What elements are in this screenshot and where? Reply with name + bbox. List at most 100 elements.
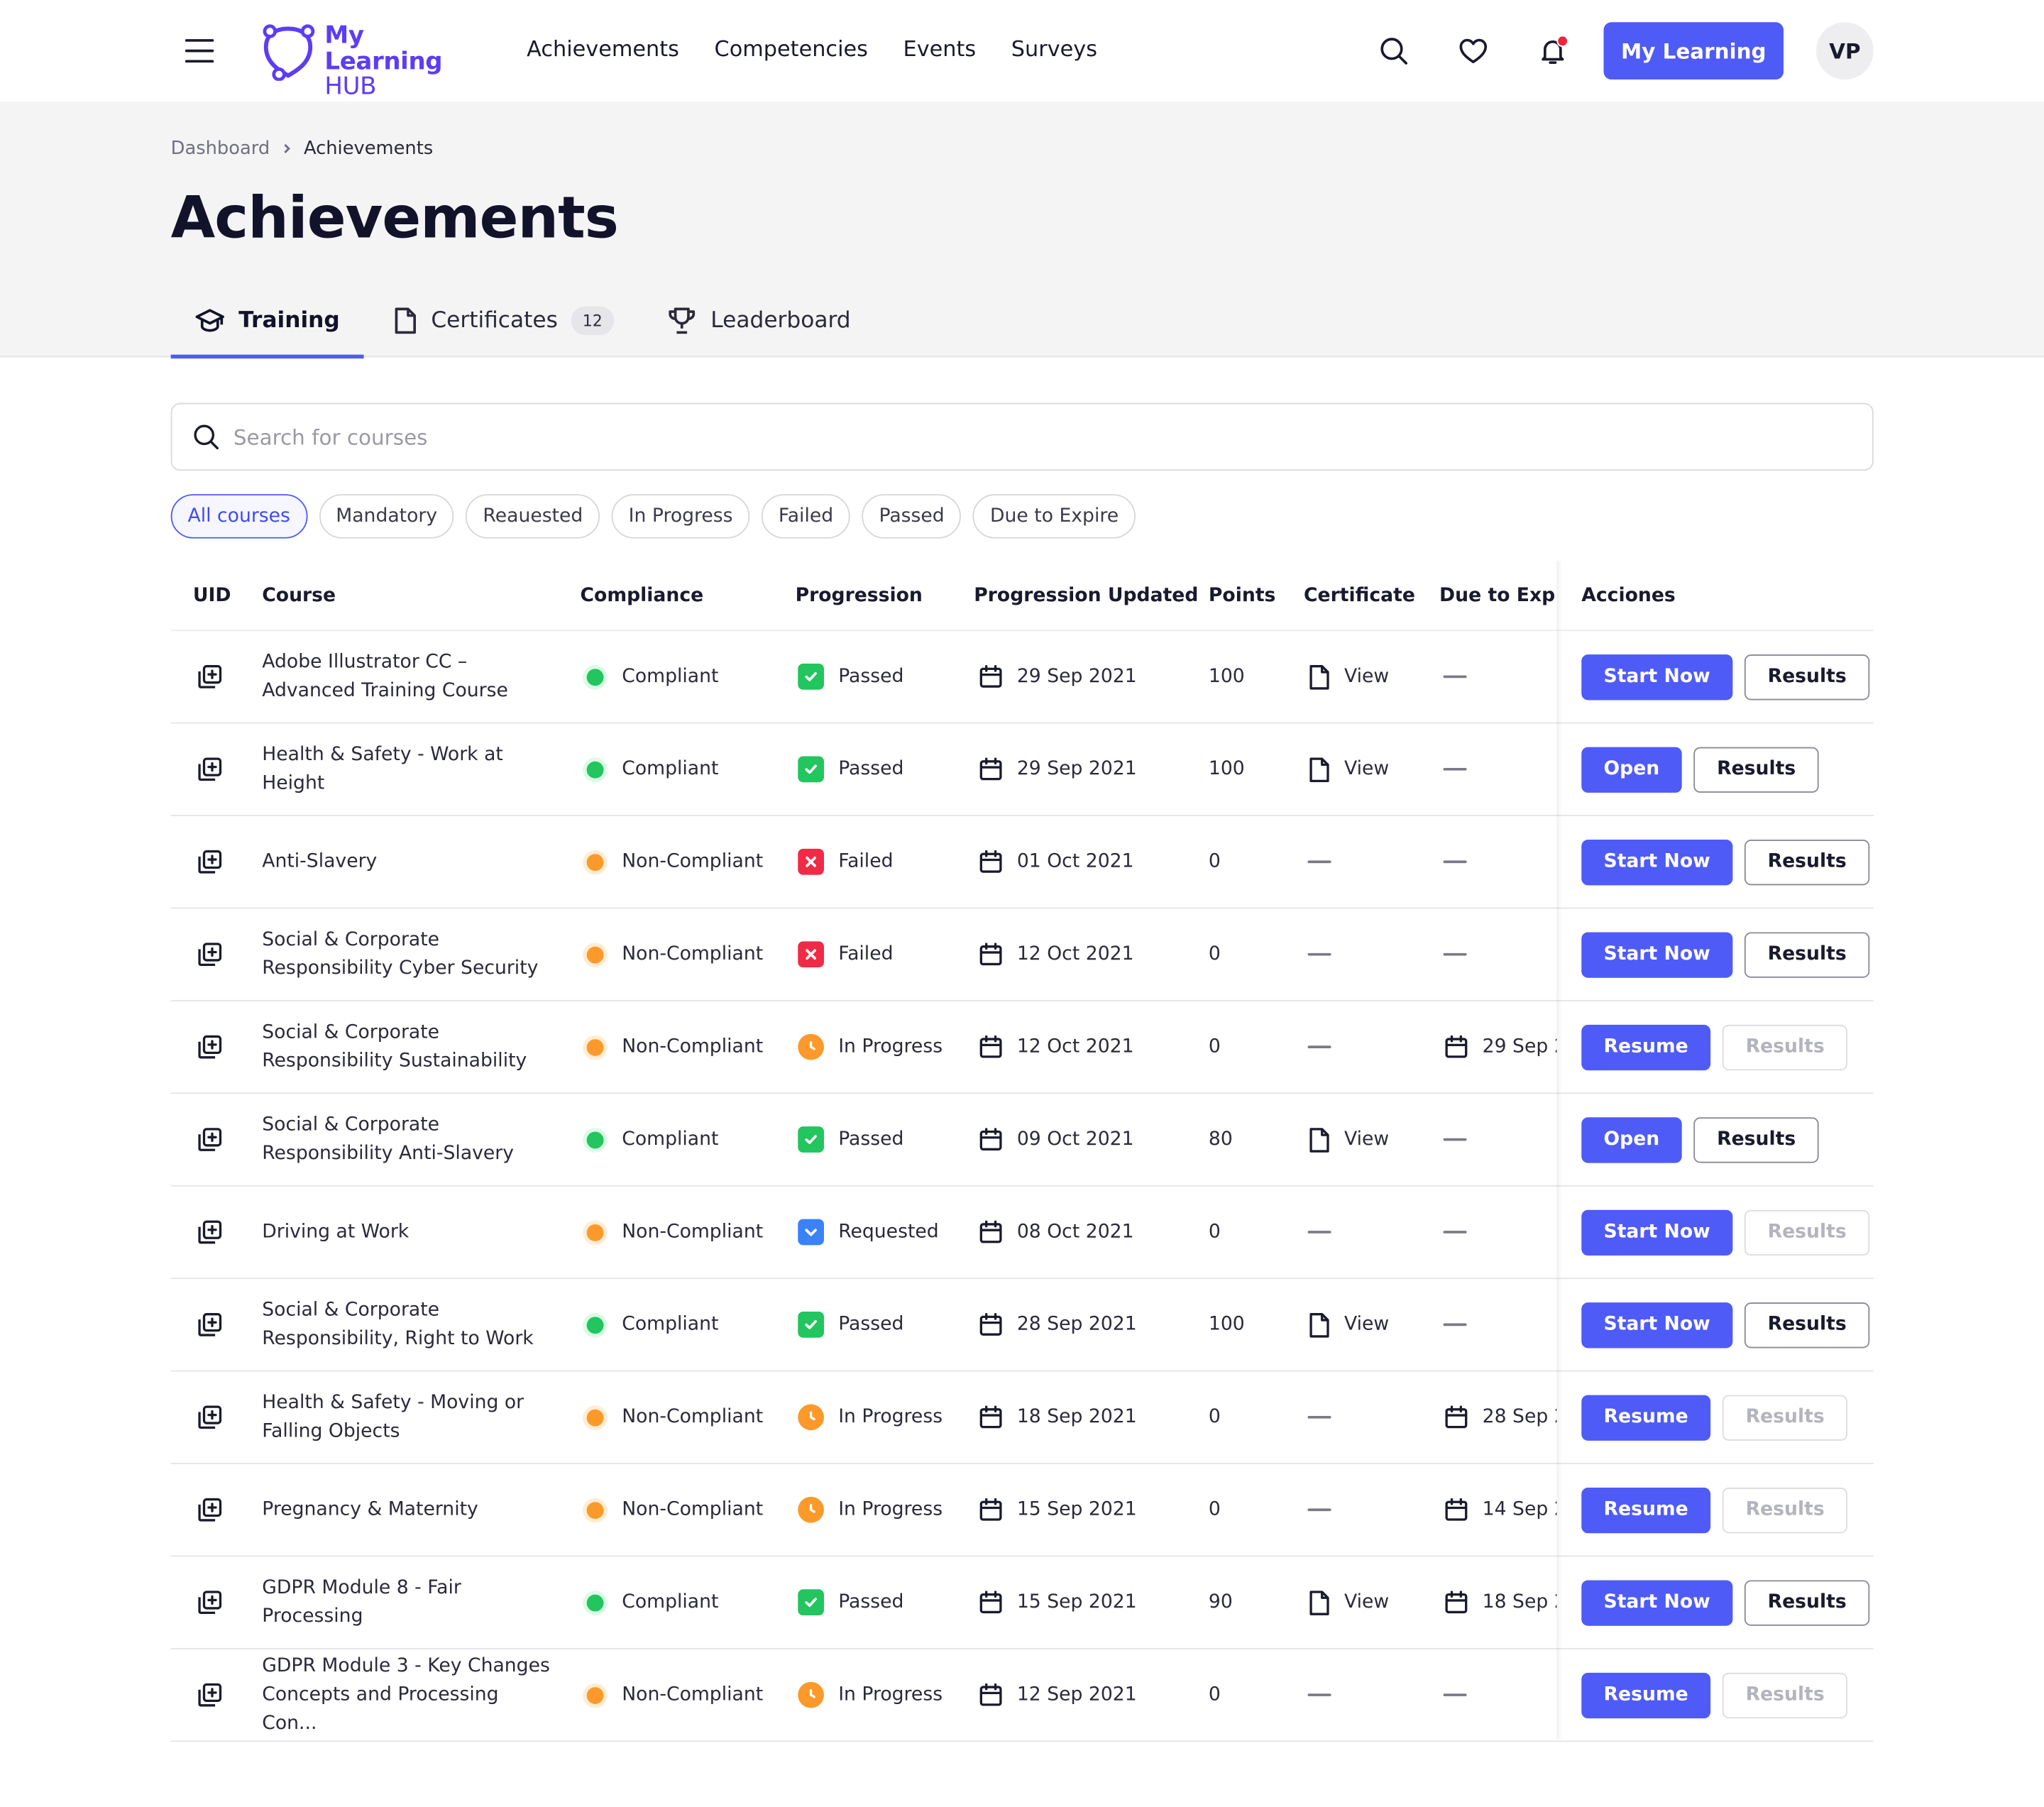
table-header: UID Course Compliance Progression Progre… bbox=[170, 561, 1874, 632]
results-button[interactable]: Results bbox=[1744, 931, 1870, 977]
column-header-course[interactable]: Course bbox=[262, 586, 336, 606]
view-certificate-link[interactable]: View bbox=[1308, 1588, 1389, 1616]
primary-action-button[interactable]: Resume bbox=[1581, 1671, 1710, 1718]
compliance-status-dot bbox=[586, 1038, 604, 1056]
check-icon bbox=[798, 1589, 824, 1616]
course-name[interactable]: Health & Safety - Work at Height bbox=[262, 740, 555, 798]
tab-leaderboard[interactable]: Leaderboard bbox=[643, 284, 874, 357]
course-name[interactable]: Social & Corporate Responsibility, Right… bbox=[262, 1296, 555, 1353]
tab-certificates[interactable]: Certificates 12 bbox=[368, 284, 637, 357]
bell-icon[interactable] bbox=[1533, 31, 1572, 70]
primary-action-button[interactable]: Open bbox=[1581, 746, 1682, 792]
results-button[interactable]: Results bbox=[1744, 1302, 1870, 1348]
primary-action-button[interactable]: Start Now bbox=[1581, 1579, 1732, 1625]
primary-action-button[interactable]: Start Now bbox=[1581, 1302, 1732, 1348]
primary-action-button[interactable]: Start Now bbox=[1581, 931, 1732, 977]
filter-failed[interactable]: Failed bbox=[761, 494, 851, 539]
column-header-progression-updated[interactable]: Progression Updated bbox=[974, 586, 1198, 606]
compliance-cell: Compliant bbox=[584, 631, 718, 723]
copy-add-icon[interactable] bbox=[196, 1403, 224, 1432]
primary-action-button[interactable]: Open bbox=[1581, 1116, 1682, 1163]
filter-passed[interactable]: Passed bbox=[862, 494, 962, 539]
my-learning-button[interactable]: My Learning bbox=[1603, 22, 1784, 80]
column-header-progression[interactable]: Progression bbox=[796, 586, 923, 606]
results-button[interactable]: Results bbox=[1744, 839, 1870, 885]
copy-add-icon[interactable] bbox=[196, 662, 224, 691]
copy-add-icon[interactable] bbox=[196, 1495, 224, 1524]
nav-events[interactable]: Events bbox=[903, 36, 977, 61]
filter-mandatory[interactable]: Mandatory bbox=[319, 494, 455, 539]
primary-action-button[interactable]: Resume bbox=[1581, 1487, 1710, 1533]
column-header-actions[interactable]: Acciones bbox=[1581, 586, 1676, 606]
breadcrumb-dashboard[interactable]: Dashboard bbox=[171, 138, 270, 159]
uid-cell bbox=[196, 1094, 224, 1185]
chevron-down-icon bbox=[798, 1219, 824, 1246]
search-input[interactable] bbox=[233, 424, 1798, 449]
course-name[interactable]: Pregnancy & Maternity bbox=[262, 1495, 555, 1524]
copy-add-icon[interactable] bbox=[196, 847, 224, 876]
points-value: 100 bbox=[1208, 1314, 1245, 1336]
logo[interactable]: My Learning HUB bbox=[258, 21, 480, 99]
course-name[interactable]: Social & Corporate Responsibility Cyber … bbox=[262, 926, 555, 983]
view-certificate-link[interactable]: View bbox=[1308, 1311, 1389, 1339]
copy-add-icon[interactable] bbox=[196, 1033, 224, 1061]
updated-date: 12 Oct 2021 bbox=[1016, 1036, 1134, 1058]
compliance-cell: Compliant bbox=[584, 1279, 718, 1371]
course-name[interactable]: GDPR Module 3 - Key Changes Concepts and… bbox=[262, 1652, 555, 1737]
view-certificate-link[interactable]: View bbox=[1308, 1126, 1389, 1153]
view-certificate-link[interactable]: View bbox=[1308, 663, 1389, 691]
updated-cell: 15 Sep 2021 bbox=[978, 1464, 1137, 1556]
tab-training[interactable]: Training bbox=[170, 284, 363, 359]
course-name[interactable]: Driving at Work bbox=[262, 1218, 555, 1246]
view-certificate-link[interactable]: View bbox=[1308, 756, 1389, 784]
primary-action-button[interactable]: Start Now bbox=[1581, 839, 1732, 885]
copy-add-icon[interactable] bbox=[196, 1588, 224, 1616]
results-button[interactable]: Results bbox=[1693, 746, 1820, 792]
copy-add-icon[interactable] bbox=[196, 1310, 224, 1339]
copy-add-icon[interactable] bbox=[196, 755, 224, 784]
results-button[interactable]: Results bbox=[1693, 1116, 1820, 1163]
filter-all-courses[interactable]: All courses bbox=[170, 494, 307, 539]
nav-competencies[interactable]: Competencies bbox=[715, 36, 868, 61]
due-date: 18 Sep 2 bbox=[1482, 1591, 1557, 1613]
nav-achievements[interactable]: Achievements bbox=[527, 36, 679, 61]
copy-add-icon[interactable] bbox=[196, 1218, 224, 1246]
nav-surveys[interactable]: Surveys bbox=[1011, 36, 1097, 61]
course-name[interactable]: Adobe Illustrator CC – Advanced Training… bbox=[262, 648, 555, 705]
column-header-certificate[interactable]: Certificate bbox=[1304, 586, 1415, 606]
progression-label: Passed bbox=[838, 666, 904, 688]
course-name[interactable]: GDPR Module 8 - Fair Processing bbox=[262, 1573, 555, 1631]
primary-action-button[interactable]: Resume bbox=[1581, 1394, 1710, 1440]
copy-add-icon[interactable] bbox=[196, 940, 224, 968]
column-header-points[interactable]: Points bbox=[1209, 586, 1276, 606]
column-header-compliance[interactable]: Compliance bbox=[580, 586, 703, 606]
column-header-uid[interactable]: UID bbox=[193, 586, 231, 606]
table-row: Social & Corporate Responsibility Cyber … bbox=[170, 908, 1874, 1001]
clock-icon bbox=[798, 1033, 824, 1060]
certificate-cell bbox=[1307, 1464, 1331, 1556]
copy-add-icon[interactable] bbox=[196, 1681, 224, 1709]
results-button[interactable]: Results bbox=[1744, 654, 1870, 700]
course-name[interactable]: Social & Corporate Responsibility Anti-S… bbox=[262, 1111, 555, 1168]
filter-due-to-expire[interactable]: Due to Expire bbox=[973, 494, 1136, 539]
course-name[interactable]: Anti-Slavery bbox=[262, 847, 555, 876]
points-cell: 100 bbox=[1209, 1279, 1245, 1371]
updated-date: 08 Oct 2021 bbox=[1016, 1221, 1134, 1243]
primary-action-button[interactable]: Start Now bbox=[1581, 1209, 1732, 1256]
filter-in-progress[interactable]: In Progress bbox=[611, 494, 750, 539]
menu-icon[interactable] bbox=[185, 39, 214, 63]
heart-icon[interactable] bbox=[1454, 31, 1493, 70]
course-name[interactable]: Health & Safety - Moving or Falling Obje… bbox=[262, 1388, 555, 1446]
filter-requested[interactable]: Reauested bbox=[466, 494, 600, 539]
avatar[interactable]: VP bbox=[1815, 22, 1874, 80]
progression-label: Passed bbox=[838, 759, 904, 780]
search-icon[interactable] bbox=[1374, 31, 1413, 70]
copy-add-icon[interactable] bbox=[196, 1125, 224, 1153]
primary-action-button[interactable]: Resume bbox=[1581, 1023, 1710, 1070]
course-name[interactable]: Social & Corporate Responsibility Sustai… bbox=[262, 1018, 555, 1076]
clock-icon bbox=[798, 1496, 824, 1523]
results-button[interactable]: Results bbox=[1744, 1579, 1870, 1625]
primary-action-button[interactable]: Start Now bbox=[1581, 654, 1732, 700]
column-header-due-to-expire[interactable]: Due to Expir bbox=[1439, 586, 1556, 606]
compliance-status-dot bbox=[586, 945, 604, 963]
